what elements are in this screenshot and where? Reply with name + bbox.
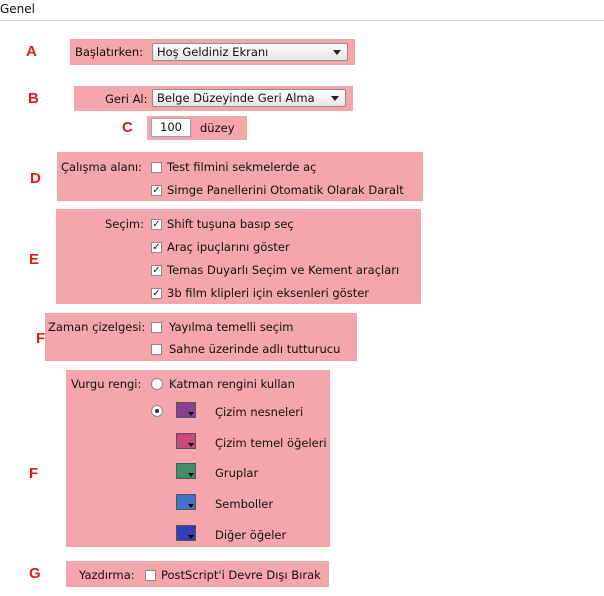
color-swatch-symbols[interactable] [176, 494, 196, 510]
startup-select[interactable]: Hoş Geldiniz Ekranı [152, 43, 348, 61]
highlight-f-colors [66, 370, 330, 547]
selection-option-3: Temas Duyarlı Seçim ve Kement araçları [167, 263, 400, 277]
color-label-other-elements: Diğer öğeler [215, 528, 287, 542]
chevron-down-icon [331, 96, 339, 101]
timeline-checkbox-1[interactable] [151, 322, 162, 333]
undo-select[interactable]: Belge Düzeyinde Geri Alma [152, 89, 346, 107]
color-label-groups: Gruplar [215, 466, 259, 480]
color-swatch-drawing-objects[interactable] [176, 402, 196, 418]
selection-option-4: 3b film klipleri için eksenleri göster [167, 286, 370, 300]
color-swatch-drawing-primitives[interactable] [176, 433, 196, 449]
color-swatch-groups[interactable] [176, 463, 196, 479]
letter-e: E [29, 251, 40, 268]
startup-label: Başlatırken: [75, 45, 144, 59]
layer-color-radio[interactable] [151, 378, 163, 390]
chevron-down-icon [188, 473, 194, 477]
letter-a: A [26, 43, 37, 60]
timeline-option-2: Sahne üzerinde adlı tutturucu [169, 342, 341, 356]
printing-option: PostScript'i Devre Dışı Bırak [161, 568, 321, 582]
timeline-option-1: Yayılma temelli seçim [169, 320, 294, 334]
undo-levels-unit: düzey [200, 121, 235, 135]
chevron-down-icon [333, 50, 341, 55]
undo-select-value: Belge Düzeyinde Geri Alma [157, 91, 315, 105]
chevron-down-icon [188, 535, 194, 539]
timeline-checkbox-2[interactable] [151, 344, 162, 355]
workspace-label: Çalışma alanı: [61, 160, 143, 174]
workspace-checkbox-1[interactable] [151, 162, 162, 173]
page-title: Genel [0, 2, 36, 16]
timeline-label: Zaman çizelgesi: [48, 320, 146, 334]
layer-color-option: Katman rengini kullan [169, 377, 295, 391]
chevron-down-icon [188, 412, 194, 416]
workspace-option-1: Test filmini sekmelerde aç [167, 160, 317, 174]
selection-label: Seçim: [105, 217, 144, 231]
color-label-drawing-primitives: Çizim temel öğeleri [215, 436, 327, 450]
workspace-option-2: Simge Panellerini Otomatik Olarak Daralt [167, 183, 404, 197]
selection-checkbox-3[interactable]: ✓ [151, 265, 162, 276]
printing-checkbox[interactable] [145, 570, 156, 581]
radio-dot [155, 409, 159, 413]
undo-label: Geri Al: [105, 92, 148, 106]
color-label-symbols: Semboller [215, 497, 274, 511]
selection-checkbox-2[interactable]: ✓ [151, 242, 162, 253]
color-label-drawing-objects: Çizim nesneleri [215, 405, 304, 419]
undo-levels-input[interactable]: 100 [151, 118, 191, 137]
selection-checkbox-4[interactable]: ✓ [151, 288, 162, 299]
selection-option-1: Shift tuşuna basıp seç [167, 217, 294, 231]
letter-f-highlight: F [29, 465, 39, 482]
selection-checkbox-1[interactable]: ✓ [151, 219, 162, 230]
chevron-down-icon [188, 443, 194, 447]
custom-color-radio[interactable] [151, 405, 163, 417]
letter-d: D [30, 170, 41, 187]
letter-c: C [122, 119, 133, 136]
printing-label: Yazdırma: [79, 568, 135, 582]
divider [0, 20, 604, 21]
letter-b: B [28, 90, 39, 107]
color-swatch-other-elements[interactable] [176, 525, 196, 541]
workspace-checkbox-2[interactable]: ✓ [151, 185, 162, 196]
letter-g: G [29, 565, 41, 582]
chevron-down-icon [188, 504, 194, 508]
startup-select-value: Hoş Geldiniz Ekranı [157, 45, 269, 59]
highlight-color-label: Vurgu rengi: [71, 377, 142, 391]
selection-option-2: Araç ipuçlarını göster [167, 240, 290, 254]
letter-f-timeline: F [36, 330, 46, 347]
